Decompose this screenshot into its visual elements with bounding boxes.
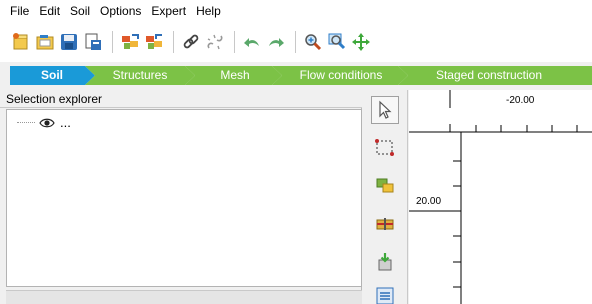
toolbar-separator xyxy=(173,31,174,53)
new-project-icon[interactable] xyxy=(10,31,32,53)
create-soil-polygon-icon[interactable] xyxy=(371,172,399,200)
zoom-in-icon[interactable] xyxy=(302,31,324,53)
x-axis-tick-label: -20.00 xyxy=(506,95,535,106)
panel-footer xyxy=(6,290,362,304)
tree-item[interactable]: ... xyxy=(17,115,71,130)
toolbar-separator xyxy=(234,31,235,53)
show-materials-icon[interactable] xyxy=(371,282,399,304)
save-project-icon[interactable] xyxy=(58,31,80,53)
panel-title: Selection explorer xyxy=(0,90,362,108)
redo-icon[interactable] xyxy=(265,31,287,53)
pan-icon[interactable] xyxy=(350,31,372,53)
menu-expert[interactable]: Expert xyxy=(147,0,192,22)
mode-tab-mesh[interactable]: Mesh xyxy=(200,66,270,85)
create-borehole-icon[interactable] xyxy=(371,210,399,238)
eye-icon[interactable] xyxy=(39,117,55,129)
mode-tab-structures[interactable]: Structures xyxy=(97,66,183,85)
selection-explorer-panel: Selection explorer ... xyxy=(0,90,362,304)
connect-icon[interactable] xyxy=(180,31,202,53)
y-axis-tick-label: 20.00 xyxy=(416,196,442,207)
undo-icon[interactable] xyxy=(241,31,263,53)
mode-tab-soil[interactable]: Soil xyxy=(22,66,82,85)
zoom-window-icon[interactable] xyxy=(326,31,348,53)
project-properties-icon[interactable] xyxy=(82,31,104,53)
app-window: File Edit Soil Options Expert Help Soil … xyxy=(0,0,592,304)
mode-tab-staged-construction[interactable]: Staged construction xyxy=(414,66,564,85)
import-geometry-icon[interactable] xyxy=(119,31,141,53)
export-geometry-icon[interactable] xyxy=(143,31,165,53)
menu-help[interactable]: Help xyxy=(192,0,227,22)
side-toolbar xyxy=(363,90,408,304)
explorer-tree[interactable]: ... xyxy=(6,109,362,287)
toolbar-separator xyxy=(112,31,113,53)
select-tool-icon[interactable] xyxy=(371,96,399,124)
open-project-icon[interactable] xyxy=(34,31,56,53)
drawing-canvas[interactable]: -20.00 20.00 xyxy=(409,90,592,304)
menu-bar: File Edit Soil Options Expert Help xyxy=(0,0,592,22)
toolbar xyxy=(0,22,592,62)
mode-tab-flow-conditions[interactable]: Flow conditions xyxy=(288,66,394,85)
tree-item-label: ... xyxy=(60,115,71,130)
select-rectangle-icon[interactable] xyxy=(371,134,399,162)
menu-soil[interactable]: Soil xyxy=(66,0,96,22)
import-soil-icon[interactable] xyxy=(371,248,399,276)
disconnect-icon[interactable] xyxy=(204,31,226,53)
menu-edit[interactable]: Edit xyxy=(35,0,66,22)
tree-connector xyxy=(17,122,35,123)
menu-file[interactable]: File xyxy=(6,0,35,22)
menu-options[interactable]: Options xyxy=(96,0,147,22)
toolbar-separator xyxy=(295,31,296,53)
